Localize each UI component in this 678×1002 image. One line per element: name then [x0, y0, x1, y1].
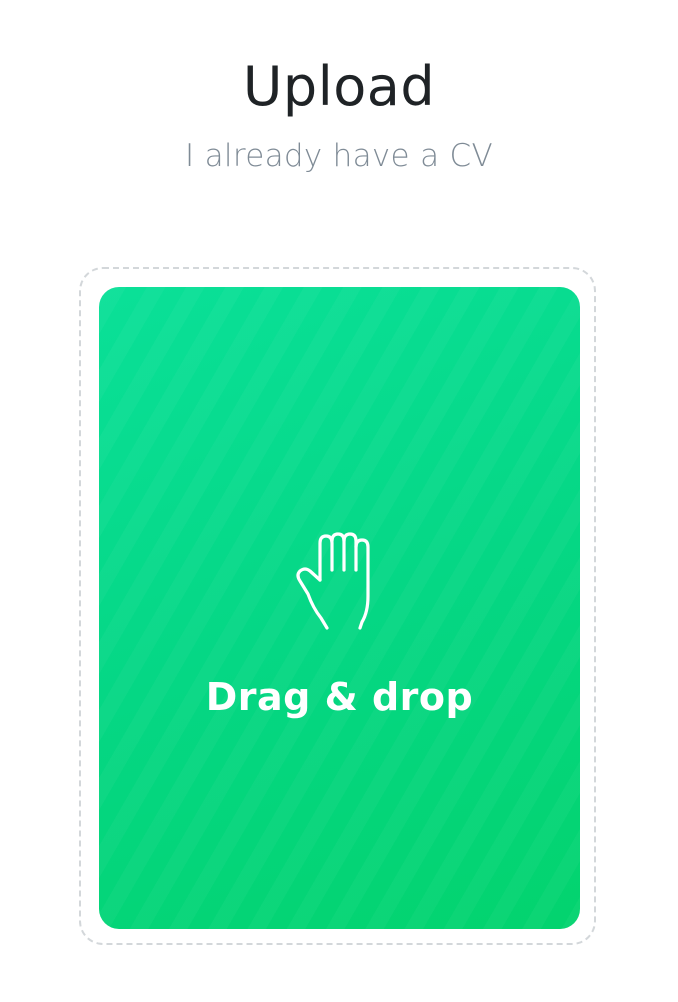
drag-drop-label: Drag & drop — [205, 675, 474, 719]
page-title: Upload — [242, 55, 436, 118]
drag-drop-zone[interactable]: Drag & drop — [99, 287, 580, 929]
hand-icon — [296, 532, 370, 630]
page-subtitle: I already have a CV — [185, 138, 493, 174]
